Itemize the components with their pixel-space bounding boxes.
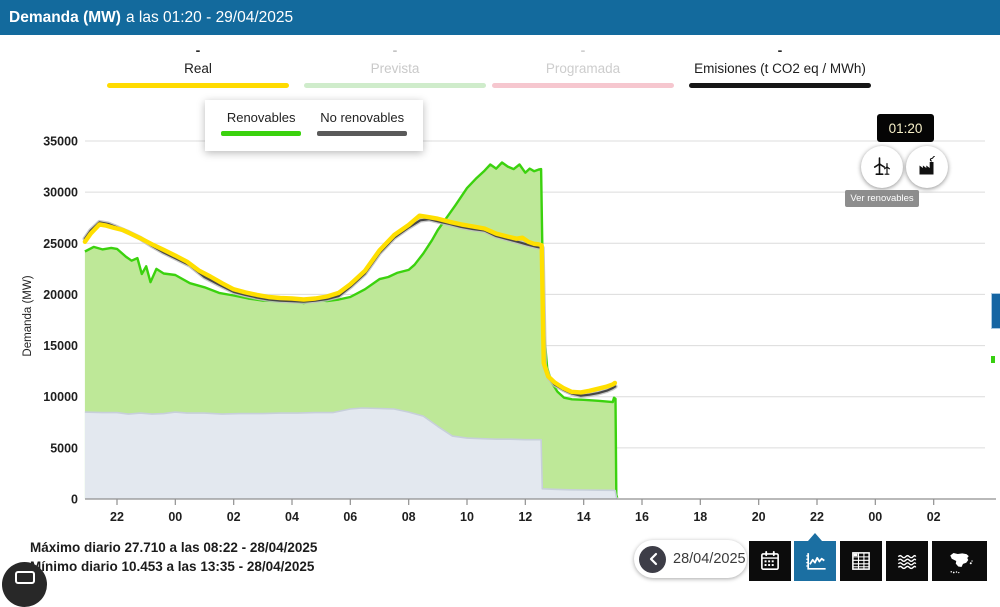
spain-map-button[interactable]: [932, 541, 987, 581]
legend-label: Emisiones (t CO2 eq / MWh): [694, 61, 866, 76]
legend-item-real[interactable]: - Real: [107, 42, 289, 88]
x-tick-label: 06: [343, 510, 357, 524]
legend-color-bar: [304, 83, 486, 88]
x-tick-label: 22: [810, 510, 824, 524]
legend-value-dash: -: [195, 42, 201, 58]
daily-min-text: Mínimo diario 10.453 a las 13:35 - 28/04…: [30, 559, 315, 574]
spain-map-icon: [949, 553, 973, 574]
legend-item-emisiones[interactable]: - Emisiones (t CO2 eq / MWh): [689, 42, 871, 88]
x-tick-label: 08: [402, 510, 416, 524]
header-bar: Demanda (MW) a las 01:20 - 29/04/2025: [0, 0, 1000, 35]
table-icon: [852, 552, 870, 570]
date-navigator: 28/04/2025: [634, 540, 747, 578]
previous-day-button[interactable]: [639, 545, 666, 573]
y-tick-label: 15000: [43, 339, 78, 353]
x-tick-label: 14: [577, 510, 591, 524]
line-chart-icon: [805, 552, 826, 570]
wind-turbine-icon: [873, 157, 890, 175]
selected-date: 28/04/2025: [673, 551, 746, 567]
x-tick-label: 04: [285, 510, 299, 524]
x-tick-label: 10: [460, 510, 474, 524]
toggle-no-renovables[interactable]: No renovables: [317, 110, 407, 151]
y-tick-label: 10000: [43, 390, 78, 404]
legend-label: Programada: [545, 61, 621, 76]
y-tick-label: 5000: [50, 441, 78, 455]
x-tick-label: 12: [518, 510, 532, 524]
streamgraph-view-button[interactable]: [886, 541, 928, 581]
legend-item-programada[interactable]: - Programada: [492, 42, 674, 88]
chevron-left-icon: [649, 552, 657, 566]
edge-widget-dot: [991, 356, 995, 363]
x-tick-label: 20: [752, 510, 766, 524]
daily-max-text: Máximo diario 27.710 a las 08:22 - 28/04…: [30, 540, 318, 555]
calendar-button[interactable]: [749, 541, 791, 581]
legend-color-bar: [492, 83, 674, 88]
toggle-color-bar: [317, 131, 407, 136]
legend-label: Prevista: [370, 61, 420, 76]
line-chart-view-button[interactable]: [794, 541, 836, 581]
factory-button[interactable]: [906, 146, 948, 188]
y-tick-label: 30000: [43, 186, 78, 200]
time-tooltip: 01:20: [877, 114, 934, 142]
legend-value-dash: -: [580, 42, 586, 58]
toggle-color-bar: [221, 131, 302, 136]
x-tick-label: 00: [168, 510, 182, 524]
factory-icon: [919, 155, 935, 175]
wind-turbine-button[interactable]: [861, 146, 903, 188]
calendar-icon: [761, 550, 779, 570]
selected-view-pointer: [808, 533, 822, 541]
legend-color-bar: [689, 83, 871, 88]
legend-value-dash: -: [777, 42, 783, 58]
y-tick-label: 20000: [43, 288, 78, 302]
legend-color-bar: [107, 83, 289, 88]
x-tick-label: 16: [635, 510, 649, 524]
ver-renovables-tooltip: Ver renovables: [845, 190, 919, 207]
x-tick-label: 00: [868, 510, 882, 524]
x-tick-label: 02: [227, 510, 241, 524]
page-title-time: a las 01:20 - 29/04/2025: [125, 8, 294, 26]
y-tick-label: 25000: [43, 237, 78, 251]
legend-item-prevista[interactable]: - Prevista: [304, 42, 486, 88]
page-title: Demanda (MW): [9, 8, 121, 26]
renewables-toggle-box: Renovables No renovables: [205, 100, 423, 151]
x-tick-label: 22: [110, 510, 124, 524]
accessibility-widget-button[interactable]: [2, 562, 47, 607]
y-tick-label: 35000: [43, 135, 78, 149]
edge-widget-bar[interactable]: [991, 293, 1000, 329]
y-axis-title: Demanda (MW): [22, 275, 34, 357]
table-view-button[interactable]: [840, 541, 882, 581]
toggle-renovables[interactable]: Renovables: [221, 110, 302, 151]
toggle-label: No renovables: [320, 110, 405, 125]
legend-value-dash: -: [392, 42, 398, 58]
toggle-label: Renovables: [226, 110, 296, 125]
waves-icon: [897, 554, 917, 570]
legend-label: Real: [184, 61, 212, 76]
y-tick-label: 0: [71, 493, 78, 507]
x-tick-label: 18: [693, 510, 707, 524]
screen-icon: [14, 571, 35, 584]
x-tick-label: 02: [927, 510, 941, 524]
